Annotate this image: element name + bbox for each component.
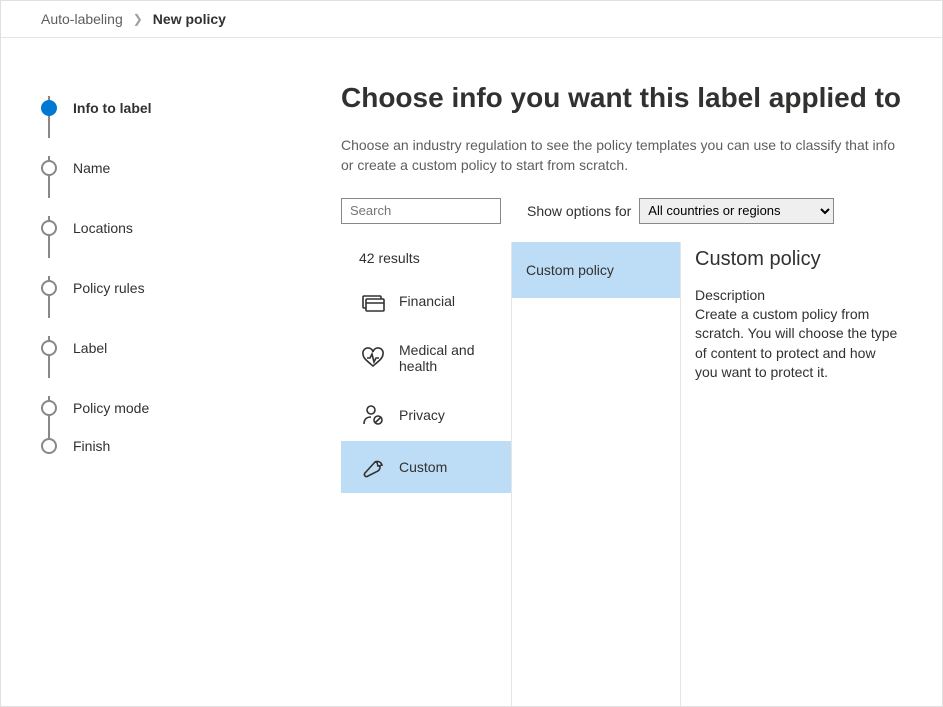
step-dot-icon: [41, 438, 57, 454]
step-label: Locations: [73, 220, 133, 236]
controls-row: Show options for All countries or region…: [341, 198, 902, 224]
category-label: Privacy: [399, 407, 445, 424]
step-dot-icon: [41, 340, 57, 356]
search-input[interactable]: [341, 198, 501, 224]
category-custom[interactable]: Custom: [341, 441, 511, 493]
show-options-label: Show options for: [527, 203, 631, 219]
detail-column: Custom policy Description Create a custo…: [681, 242, 902, 706]
breadcrumb-current: New policy: [153, 11, 226, 27]
templates-column: Custom policy: [511, 242, 681, 706]
chevron-right-icon: ❯: [133, 12, 143, 26]
detail-description: Create a custom policy from scratch. You…: [695, 305, 902, 383]
step-label: Policy rules: [73, 280, 145, 296]
category-column: 42 results Financial: [341, 242, 511, 706]
wizard-stepper: Info to label Name Locations Policy rule…: [1, 38, 291, 706]
step-dot-icon: [41, 280, 57, 296]
heart-pulse-icon: [361, 346, 385, 370]
step-locations[interactable]: Locations: [41, 198, 271, 258]
category-label: Medical and health: [399, 342, 501, 376]
category-medical[interactable]: Medical and health: [341, 328, 511, 390]
detail-title: Custom policy: [695, 248, 902, 271]
step-label: Name: [73, 160, 110, 176]
step-dot-icon: [41, 160, 57, 176]
step-label: Finish: [73, 438, 110, 454]
person-block-icon: [361, 403, 385, 427]
region-select[interactable]: All countries or regions: [639, 198, 834, 224]
category-label: Financial: [399, 293, 455, 310]
step-name[interactable]: Name: [41, 138, 271, 198]
category-privacy[interactable]: Privacy: [341, 389, 511, 441]
page-title: Choose info you want this label applied …: [341, 80, 902, 115]
step-label: Info to label: [73, 100, 152, 116]
category-label: Custom: [399, 459, 447, 476]
step-dot-icon: [41, 100, 57, 116]
credit-card-icon: [361, 290, 385, 314]
step-info-to-label[interactable]: Info to label: [41, 78, 271, 138]
step-finish[interactable]: Finish: [41, 438, 271, 454]
step-label: Label: [73, 340, 107, 356]
step-dot-icon: [41, 400, 57, 416]
step-label[interactable]: Label: [41, 318, 271, 378]
wrench-icon: [361, 455, 385, 479]
category-financial[interactable]: Financial: [341, 276, 511, 328]
detail-description-label: Description: [695, 287, 902, 303]
step-policy-mode[interactable]: Policy mode: [41, 378, 271, 438]
step-label: Policy mode: [73, 400, 149, 416]
step-dot-icon: [41, 220, 57, 236]
result-count: 42 results: [341, 242, 511, 276]
page-subtitle: Choose an industry regulation to see the…: [341, 135, 901, 176]
breadcrumb: Auto-labeling ❯ New policy: [1, 1, 942, 38]
breadcrumb-parent[interactable]: Auto-labeling: [41, 11, 123, 27]
template-custom-policy[interactable]: Custom policy: [512, 242, 680, 298]
step-policy-rules[interactable]: Policy rules: [41, 258, 271, 318]
